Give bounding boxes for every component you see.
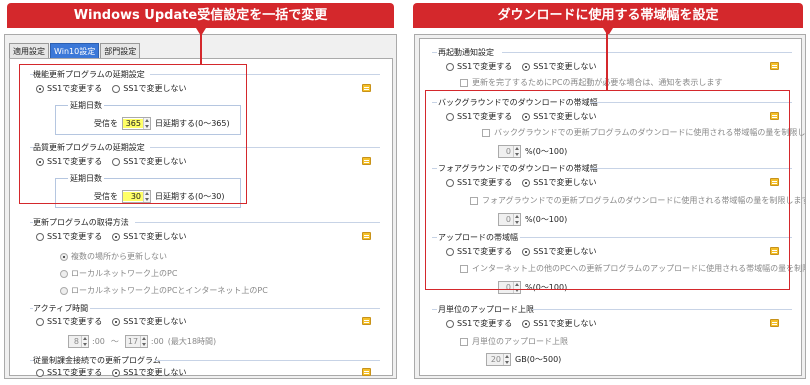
right-callout-line — [606, 28, 608, 90]
tab-bar: 適用設定 Win10設定 部門設定 — [9, 43, 141, 59]
radio-label: SS1で変更する — [457, 319, 513, 328]
metered-title: 従量制課金接続での更新プログラム — [33, 356, 161, 365]
active-radio-change[interactable]: SS1で変更する — [36, 316, 102, 327]
right-highlight-box — [425, 90, 790, 290]
restart-radio-nochange[interactable]: SS1で変更しない — [522, 61, 597, 72]
right-banner: ダウンロードに使用する帯域幅を設定 — [413, 3, 803, 36]
acquire-opt-lan[interactable]: ローカルネットワーク上のPC — [60, 268, 177, 279]
active-tilde: 〜 — [110, 337, 119, 346]
radio-label: SS1で変更する — [47, 368, 103, 377]
acquire-method-title: 更新プログラムの取得方法 — [33, 218, 129, 227]
restart-radio-change[interactable]: SS1で変更する — [446, 61, 512, 72]
radio-label: SS1で変更する — [47, 232, 103, 241]
metered-radio-change[interactable]: SS1で変更する — [36, 367, 102, 378]
active-start-suffix: :00 — [92, 337, 105, 346]
active-end-stepper[interactable]: 17 — [124, 335, 148, 348]
radio-label: SS1で変更しない — [123, 317, 187, 326]
monthly-radio-change[interactable]: SS1で変更する — [446, 318, 512, 329]
memo-icon[interactable] — [362, 368, 371, 376]
radio-label: SS1で変更しない — [533, 62, 597, 71]
active-radio-nochange[interactable]: SS1で変更しない — [112, 316, 187, 327]
monthly-range: GB(0〜500) — [515, 355, 562, 364]
monthly-limit-checkbox[interactable]: 月単位のアップロード上限 — [460, 336, 568, 347]
radio-label: SS1で変更する — [47, 317, 103, 326]
monthly-radio-nochange[interactable]: SS1で変更しない — [522, 318, 597, 329]
active-end-suffix: :00 — [150, 337, 164, 346]
radio-label: SS1で変更しない — [533, 319, 597, 328]
active-hours-title: アクティブ時間 — [33, 304, 89, 313]
active-start-stepper[interactable]: 8 — [68, 335, 89, 348]
restart-title: 再起動通知設定 — [438, 48, 494, 57]
tab-apply-settings[interactable]: 適用設定 — [9, 43, 49, 59]
memo-icon[interactable] — [770, 319, 779, 327]
memo-icon[interactable] — [362, 84, 371, 92]
radio-label: SS1で変更しない — [123, 232, 187, 241]
monthly-limit-stepper[interactable]: 20 — [486, 353, 511, 366]
tab-win10-settings[interactable]: Win10設定 — [50, 43, 100, 59]
tab-department-settings[interactable]: 部門設定 — [100, 43, 141, 59]
acquire-opt-none[interactable]: 複数の場所から更新しない — [60, 251, 167, 262]
left-highlight-box — [19, 64, 247, 204]
radio-label: SS1で変更する — [457, 62, 513, 71]
restart-notify-checkbox[interactable]: 更新を完了するためにPCの再起動が必要な場合は、通知を表示します — [460, 77, 722, 88]
radio-label: SS1で変更しない — [123, 368, 187, 377]
left-callout-line — [200, 28, 202, 64]
left-banner: Windows Update受信設定を一括で変更 — [7, 3, 394, 36]
acquire-opt-lan-internet[interactable]: ローカルネットワーク上のPCとインターネット上のPC — [60, 285, 268, 296]
memo-icon[interactable] — [362, 157, 371, 165]
active-note: (最大18時間) — [167, 337, 217, 346]
metered-radio-nochange[interactable]: SS1で変更しない — [112, 367, 187, 378]
memo-icon[interactable] — [362, 232, 371, 240]
acquire-radio-nochange[interactable]: SS1で変更しない — [112, 231, 187, 242]
monthly-upload-title: 月単位のアップロード上限 — [438, 305, 534, 314]
acquire-radio-change[interactable]: SS1で変更する — [36, 231, 102, 242]
memo-icon[interactable] — [770, 62, 779, 70]
memo-icon[interactable] — [362, 317, 371, 325]
